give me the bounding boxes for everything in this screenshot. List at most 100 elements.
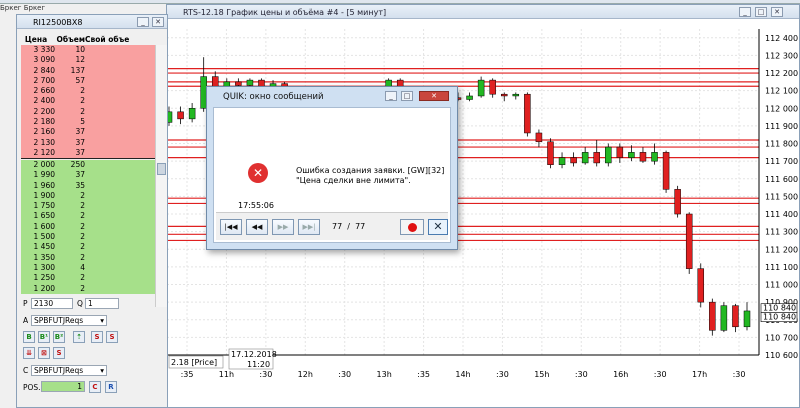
reverse-position-button[interactable]: R: [105, 381, 117, 393]
candle-up: [581, 152, 589, 164]
candle-down: [535, 132, 543, 143]
col-volume[interactable]: Объем: [51, 35, 85, 45]
orderbook-row[interactable]: 1 600 2: [21, 221, 155, 233]
orderbook-row[interactable]: 1 650 2: [21, 211, 155, 222]
scroll-thumb[interactable]: [157, 163, 166, 175]
buy-level1-button[interactable]: B¹: [38, 331, 50, 343]
last-message-button[interactable]: ▶▶|: [298, 219, 320, 235]
buy-level2-button[interactable]: B²: [53, 331, 65, 343]
orderbook-minimize-button[interactable]: _: [137, 17, 149, 27]
col-own-volume[interactable]: Свой объе: [85, 35, 157, 45]
cancel-sell-button[interactable]: S: [53, 347, 65, 359]
message-dialog: QUIK: окно сообщений _ □ ✕ ✕ 17:55:06 Ош…: [206, 86, 458, 250]
col-price[interactable]: Цена: [21, 35, 51, 45]
candle-down: [500, 93, 508, 97]
row-volume: 10: [75, 45, 85, 54]
orderbook-row[interactable]: 2 840 137: [21, 65, 155, 76]
candle-down: [524, 93, 531, 134]
row-volume: 2: [80, 283, 85, 293]
counter-total: 77: [355, 222, 366, 231]
buy-alt-button[interactable]: ⇡: [73, 331, 85, 343]
buy-button[interactable]: B: [23, 331, 35, 343]
x-tick-label: :30: [338, 370, 351, 379]
orderbook-row[interactable]: 2 660 2: [21, 86, 155, 97]
time-info-text: 11:20: [247, 360, 270, 369]
orderbook-row[interactable]: 2 000 250: [21, 160, 155, 171]
x-tick-label: 12h: [298, 370, 313, 379]
row-own-volume: [85, 107, 155, 117]
pos-label: POS.: [23, 383, 41, 392]
next-message-button[interactable]: ▶▶: [272, 219, 294, 235]
close-message-button[interactable]: ✕: [428, 219, 448, 235]
maximize-button[interactable]: □: [755, 7, 767, 17]
background-tab[interactable]: Бркег: [24, 4, 45, 12]
candle-down: [177, 111, 184, 120]
orderbook-row[interactable]: 2 180 5: [21, 117, 155, 128]
candle-up: [558, 157, 566, 165]
orderbook-row[interactable]: 1 450 2: [21, 242, 155, 253]
orderbook-row[interactable]: 2 200 2: [21, 106, 155, 118]
row-price: 2 120: [33, 147, 55, 157]
orderbook-close-button[interactable]: ✕: [152, 17, 164, 27]
quantity-input[interactable]: 1: [85, 298, 119, 309]
orderbook-row[interactable]: 2 400 2: [21, 96, 155, 107]
orderbook-row[interactable]: 1 500 2: [21, 232, 155, 243]
x-tick-label: :30: [654, 370, 667, 379]
candle-down: [570, 157, 577, 164]
x-tick-label: 11h: [219, 370, 234, 379]
row-own-volume: [85, 263, 155, 273]
close-position-button[interactable]: C: [89, 381, 101, 393]
candle-up: [651, 152, 658, 162]
price-input[interactable]: 2130: [31, 298, 73, 309]
cancel-all-icon[interactable]: ⊠: [38, 347, 50, 359]
background-tab[interactable]: Бркег: [0, 4, 21, 12]
y-tick-label: 110 600: [765, 351, 798, 360]
orderbook-row[interactable]: 3 330 10: [21, 45, 155, 56]
orderbook-row[interactable]: 1 200 2: [21, 283, 155, 294]
row-price: 1 960: [33, 180, 55, 190]
orderbook-row[interactable]: 3 090 12: [21, 55, 155, 66]
spread-divider: [21, 158, 155, 159]
orderbook-row[interactable]: 1 960 35: [21, 180, 155, 191]
row-price: 1 250: [33, 273, 55, 283]
x-tick-label: :30: [496, 370, 509, 379]
message-time: 17:55:06: [238, 201, 274, 210]
dialog-maximize-button[interactable]: □: [401, 91, 413, 101]
orderbook-row[interactable]: 2 160 37: [21, 127, 155, 138]
orderbook-scrollbar[interactable]: [155, 45, 167, 307]
row-own-volume: [85, 45, 155, 55]
y-tick-label: 112 100: [765, 87, 798, 96]
orderbook-row[interactable]: 1 300 4: [21, 262, 155, 274]
candle-up: [477, 79, 485, 97]
orderbook-row[interactable]: 2 120 37: [21, 147, 155, 159]
orderbook-row[interactable]: 1 900 2: [21, 190, 155, 202]
row-volume: 5: [80, 117, 85, 127]
sell-level1-button[interactable]: S: [106, 331, 118, 343]
orderbook-row[interactable]: 2 130 37: [21, 137, 155, 148]
account-select[interactable]: SPBFUTJReqs ▾: [31, 315, 107, 326]
date-info-text: 17.12.2018: [231, 350, 277, 359]
orderbook-row[interactable]: 1 990 37: [21, 170, 155, 181]
cancel-buy-icon[interactable]: ⇊: [23, 347, 35, 359]
sell-button[interactable]: S: [91, 331, 103, 343]
orderbook-row[interactable]: 1 750 2: [21, 201, 155, 212]
record-button[interactable]: [400, 219, 424, 235]
first-message-button[interactable]: |◀◀: [220, 219, 242, 235]
client-select[interactable]: SPBFUTJReqs ▾: [31, 365, 107, 376]
candle-up: [188, 108, 196, 120]
orderbook-title-text: RI12500BX8: [33, 18, 83, 27]
previous-message-button[interactable]: ◀◀: [246, 219, 268, 235]
minimize-button[interactable]: _: [739, 7, 751, 17]
counter-current: 77: [332, 222, 343, 231]
orderbook-row[interactable]: 1 250 2: [21, 273, 155, 284]
sell-orders: 3 330 10 3 090 12 2 840 137 2 700 57 2 660 2 2 400…: [21, 45, 155, 159]
candle-down: [489, 79, 496, 95]
row-volume: 2: [80, 190, 85, 200]
dialog-minimize-button[interactable]: _: [385, 91, 397, 101]
dialog-close-button[interactable]: ✕: [419, 91, 449, 101]
orderbook-row[interactable]: 2 700 57: [21, 75, 155, 87]
orderbook-row[interactable]: 1 350 2: [21, 252, 155, 263]
close-window-button[interactable]: ✕: [771, 7, 783, 17]
row-own-volume: [85, 76, 155, 86]
row-own-volume: [85, 86, 155, 96]
